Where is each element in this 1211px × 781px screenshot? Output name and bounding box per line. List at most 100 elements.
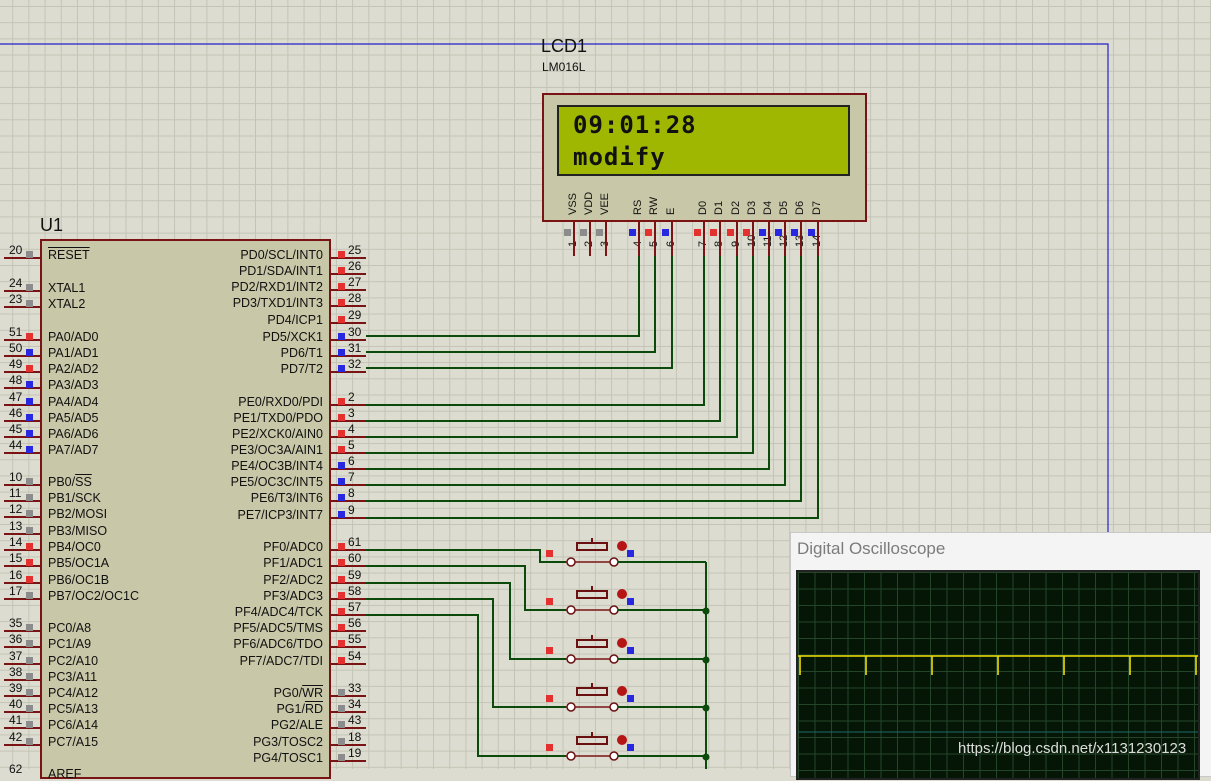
wire-data-bus [366, 256, 705, 406]
button-actuator-icon[interactable] [617, 589, 627, 599]
button-terminal [609, 557, 619, 567]
button-actuator-icon[interactable] [617, 541, 627, 551]
pin-state-indicator [26, 673, 33, 680]
pin-state-indicator [26, 284, 33, 291]
pin-state-indicator [26, 414, 33, 421]
pin-state-indicator [338, 333, 345, 340]
pin-state-indicator [596, 229, 603, 236]
pin-state-indicator [564, 229, 571, 236]
pin-state-indicator [338, 414, 345, 421]
pin-state-indicator [26, 349, 33, 356]
pin-state-indicator [546, 550, 553, 557]
pin-state-indicator [338, 559, 345, 566]
pin-state-indicator [627, 744, 634, 751]
button-actuator-icon[interactable] [617, 735, 627, 745]
watermark: https://blog.csdn.net/x1131230123 [958, 740, 1187, 757]
pin-state-indicator [26, 640, 33, 647]
wire-button [366, 614, 566, 757]
pin-state-indicator [338, 462, 345, 469]
pin-state-indicator [338, 494, 345, 501]
pin-state-indicator [338, 640, 345, 647]
pin-state-indicator [26, 494, 33, 501]
junction-dot [702, 607, 710, 615]
pin-state-indicator [338, 251, 345, 258]
pin-state-indicator [338, 511, 345, 518]
mcu-pin-label: AREF [48, 767, 82, 781]
junction-dot [702, 753, 710, 761]
button-terminal [609, 751, 619, 761]
pin-state-indicator [26, 624, 33, 631]
pin-state-indicator [26, 559, 33, 566]
wire-button [366, 582, 566, 660]
pin-state-indicator [26, 689, 33, 696]
pin-state-indicator [338, 478, 345, 485]
push-button[interactable] [576, 639, 608, 648]
pin-state-indicator [338, 446, 345, 453]
push-button[interactable] [576, 590, 608, 599]
pin-state-indicator [338, 349, 345, 356]
pin-state-indicator [26, 398, 33, 405]
wire-data-bus [366, 256, 721, 422]
pin-state-indicator [627, 647, 634, 654]
pin-state-indicator [26, 381, 33, 388]
pin-state-indicator [26, 300, 33, 307]
pin-state-indicator [26, 721, 33, 728]
pin-state-indicator [627, 598, 634, 605]
button-terminal [609, 605, 619, 615]
wire-button [366, 549, 566, 563]
pin-state-indicator [338, 398, 345, 405]
pin-state-indicator [338, 657, 345, 664]
button-terminal [566, 751, 576, 761]
pin-state-indicator [546, 744, 553, 751]
pin-state-indicator [26, 446, 33, 453]
pin-state-indicator [710, 229, 717, 236]
pin-state-indicator [694, 229, 701, 236]
pin-state-indicator [338, 316, 345, 323]
wire-rs [366, 256, 640, 337]
wire-data-bus [366, 256, 802, 502]
button-terminal [609, 702, 619, 712]
wire-data-bus [366, 256, 786, 486]
pin-state-indicator [808, 229, 815, 236]
pin-state-indicator [727, 229, 734, 236]
push-button[interactable] [576, 542, 608, 551]
junction-dot [702, 704, 710, 712]
push-button[interactable] [576, 687, 608, 696]
pin-state-indicator [338, 624, 345, 631]
pin-state-indicator [546, 598, 553, 605]
push-button[interactable] [576, 736, 608, 745]
pin-state-indicator [26, 365, 33, 372]
pin-state-indicator [26, 527, 33, 534]
pin-state-indicator [775, 229, 782, 236]
wire-button [366, 565, 566, 611]
pin-state-indicator [26, 738, 33, 745]
pin-state-indicator [791, 229, 798, 236]
pin-state-indicator [338, 299, 345, 306]
pin-state-indicator [26, 430, 33, 437]
button-terminal [566, 557, 576, 567]
pin-state-indicator [26, 705, 33, 712]
pin-state-indicator [338, 543, 345, 550]
pin-state-indicator [338, 608, 345, 615]
pin-state-indicator [338, 738, 345, 745]
pin-state-indicator [338, 365, 345, 372]
pin-state-indicator [546, 695, 553, 702]
pin-state-indicator [338, 705, 345, 712]
button-actuator-icon[interactable] [617, 686, 627, 696]
pin-state-indicator [26, 333, 33, 340]
pin-state-indicator [338, 576, 345, 583]
button-actuator-icon[interactable] [617, 638, 627, 648]
button-terminal [609, 654, 619, 664]
pin-state-indicator [26, 543, 33, 550]
oscilloscope-title: Digital Oscilloscope [797, 539, 946, 558]
pin-state-indicator [743, 229, 750, 236]
pin-state-indicator [338, 592, 345, 599]
pin-state-indicator [645, 229, 652, 236]
wire-data-bus [366, 256, 754, 454]
junction-dot [702, 656, 710, 664]
pin-state-indicator [546, 647, 553, 654]
pin-state-indicator [26, 576, 33, 583]
button-terminal [566, 654, 576, 664]
pin-state-indicator [629, 229, 636, 236]
pin-state-indicator [662, 229, 669, 236]
